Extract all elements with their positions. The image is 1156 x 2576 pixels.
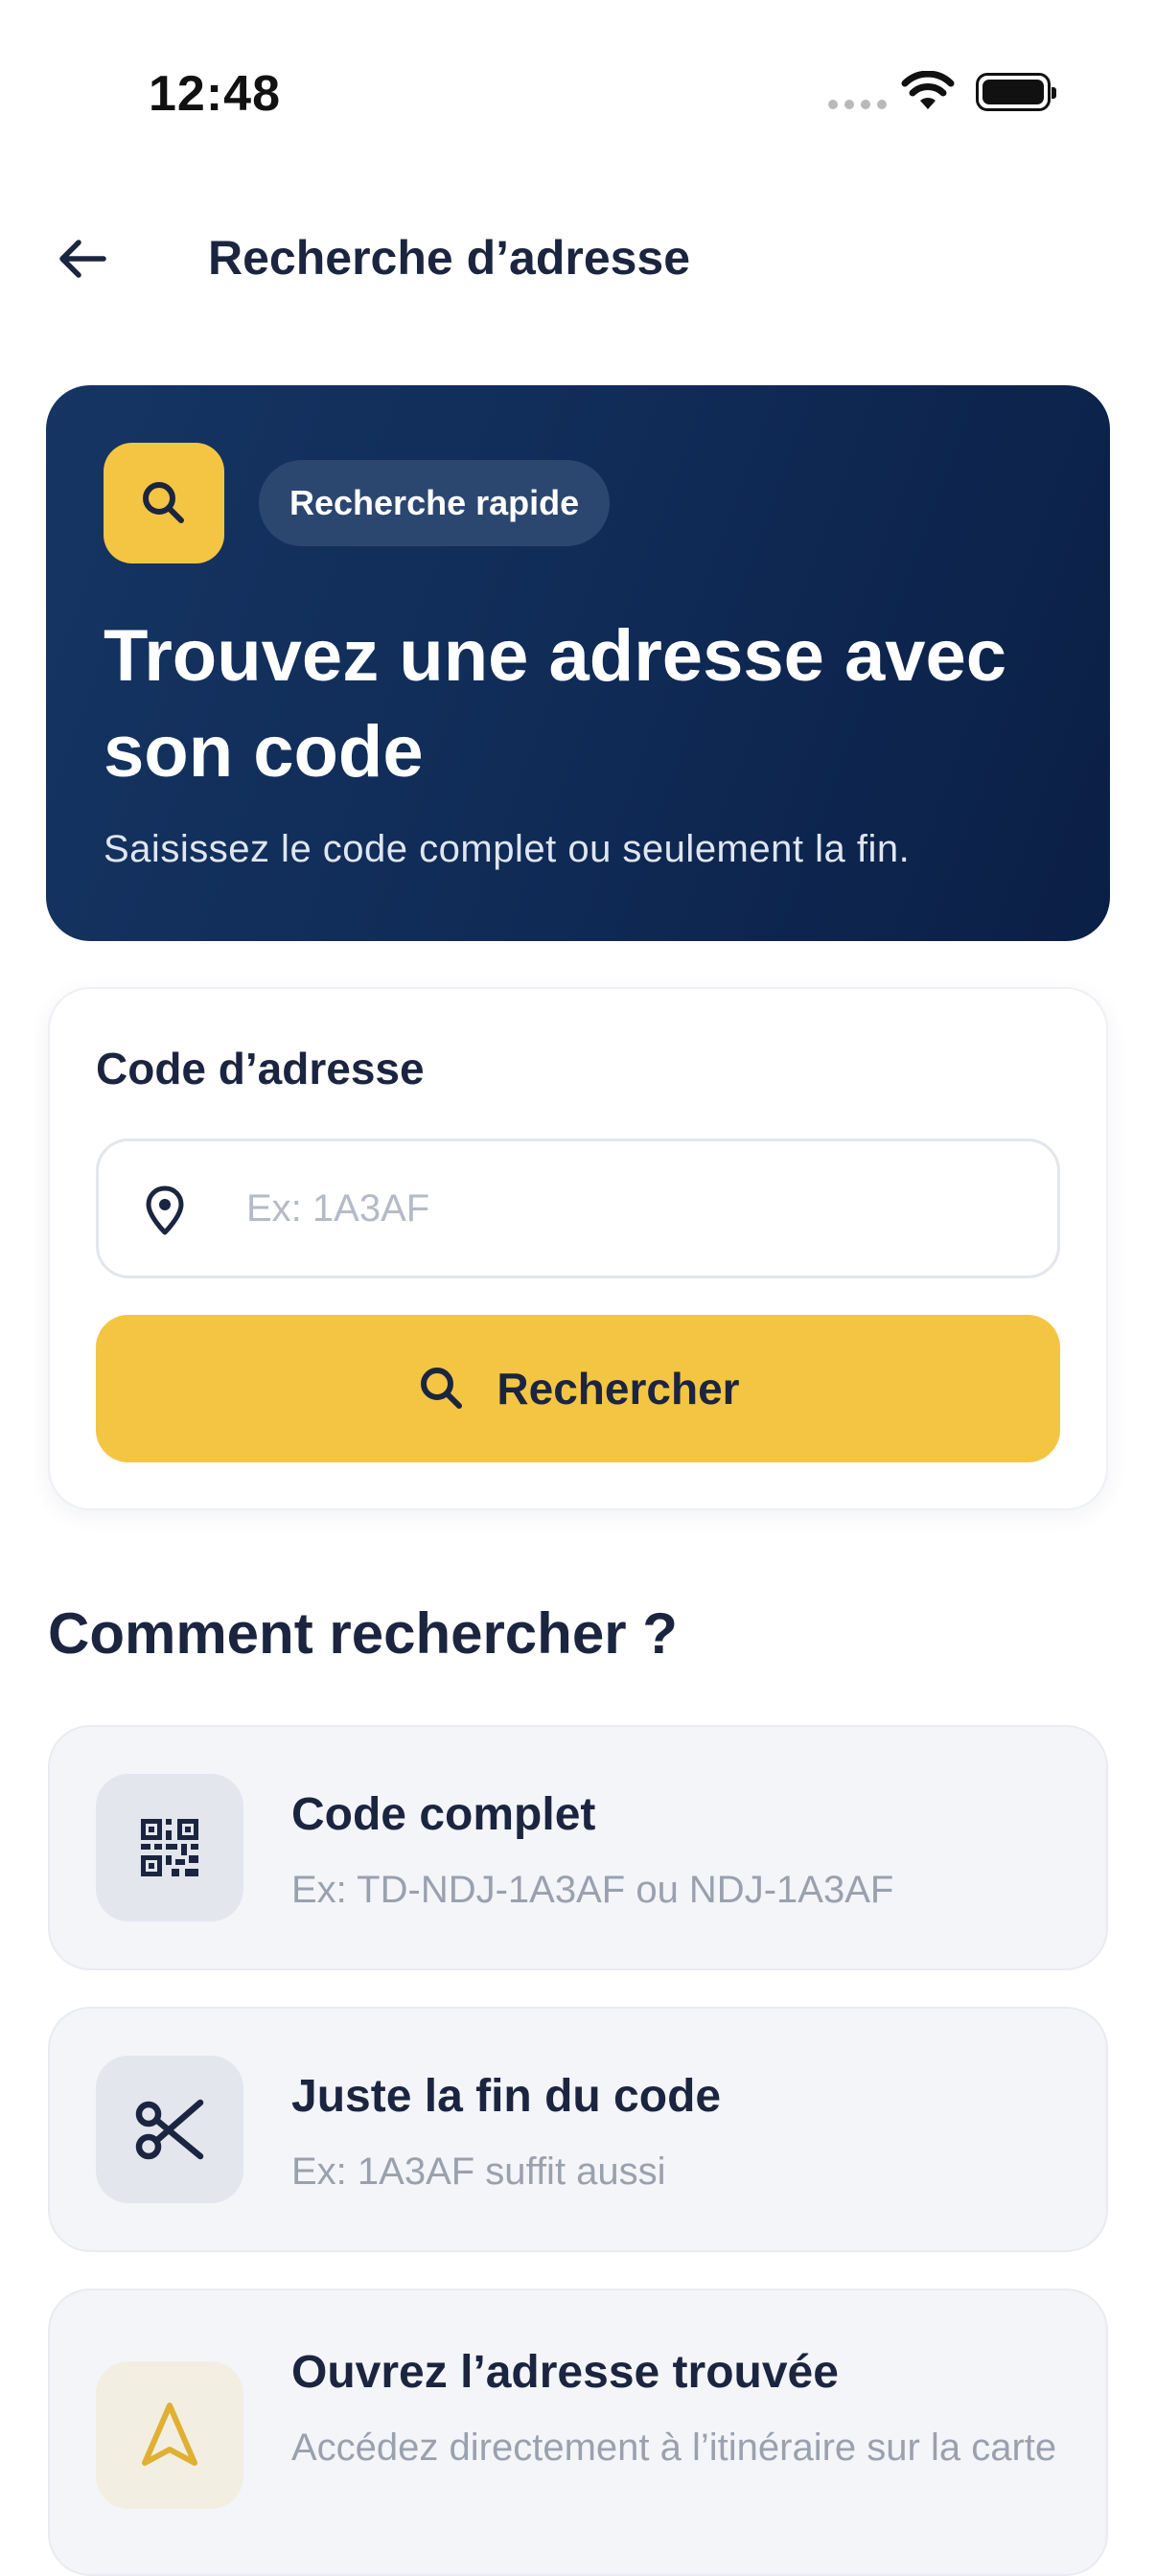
howto-section-title: Comment rechercher ? [48, 1601, 678, 1666]
cellular-signal-icon [828, 100, 887, 109]
qr-code-icon [141, 1819, 198, 1876]
map-pin-icon [146, 1185, 184, 1235]
search-button[interactable]: Rechercher [96, 1315, 1060, 1462]
search-button-label: Rechercher [497, 1364, 740, 1414]
tip-description: Ex: TD-NDJ-1A3AF ou NDJ-1A3AF [291, 1869, 894, 1911]
back-arrow-icon[interactable] [54, 230, 111, 288]
page-title: Recherche d’adresse [208, 231, 691, 285]
tip-title: Ouvrez l’adresse trouvée [291, 2347, 839, 2398]
tip-icon-box [96, 1774, 243, 1921]
hero-badge: Recherche rapide [259, 460, 611, 546]
tip-title: Juste la fin du code [291, 2071, 722, 2122]
hero-subtitle: Saisissez le code complet ou seulement l… [104, 828, 911, 870]
tip-description: Ex: 1A3AF suffit aussi [291, 2150, 666, 2193]
tip-icon-box [96, 2056, 243, 2203]
scissors-icon [135, 2099, 204, 2160]
search-icon [421, 1368, 463, 1409]
tip-icon-box [96, 2361, 243, 2509]
battery-icon [976, 73, 1056, 111]
tip-description: Accédez directement à l’itinéraire sur l… [291, 2426, 1057, 2469]
address-code-input[interactable] [244, 1169, 1015, 1248]
wifi-icon [901, 71, 955, 109]
address-code-label: Code d’adresse [96, 1044, 425, 1093]
search-icon [143, 482, 184, 523]
tip-title: Code complet [291, 1789, 596, 1840]
hero-search-badge [104, 443, 224, 564]
navigation-arrow-icon [142, 2403, 197, 2466]
hero-title: Trouvez une adresse avec son code [104, 615, 1007, 793]
status-time: 12:48 [149, 66, 281, 122]
